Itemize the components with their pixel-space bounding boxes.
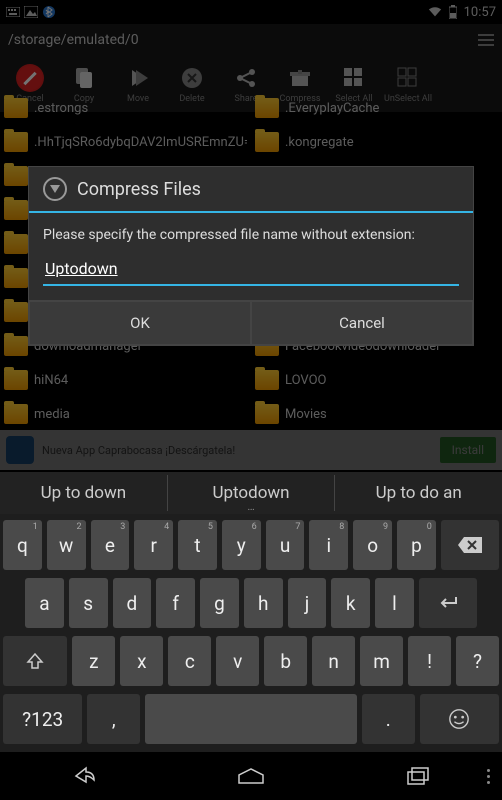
cancel-dialog-button[interactable]: Cancel bbox=[251, 301, 473, 345]
key-g[interactable]: g bbox=[200, 578, 239, 628]
dialog-app-icon bbox=[43, 177, 67, 201]
key-u[interactable]: u7 bbox=[266, 520, 305, 570]
key-b[interactable]: b bbox=[264, 636, 307, 686]
nav-back[interactable] bbox=[70, 762, 98, 790]
key-i[interactable]: i8 bbox=[309, 520, 348, 570]
nav-home[interactable] bbox=[237, 762, 265, 790]
key-d[interactable]: d bbox=[113, 578, 152, 628]
key-p[interactable]: p0 bbox=[397, 520, 436, 570]
nav-bar bbox=[0, 752, 502, 800]
key-l[interactable]: l bbox=[375, 578, 414, 628]
key-backspace[interactable] bbox=[441, 520, 499, 570]
key-v[interactable]: v bbox=[216, 636, 259, 686]
ok-button[interactable]: OK bbox=[29, 301, 251, 345]
suggestion-1[interactable]: Up to down bbox=[0, 475, 168, 511]
key-c[interactable]: c bbox=[168, 636, 211, 686]
key-r[interactable]: r4 bbox=[134, 520, 173, 570]
key-symbols[interactable]: ?123 bbox=[3, 694, 82, 744]
suggestion-3[interactable]: Up to do an bbox=[335, 475, 502, 511]
key-t[interactable]: t5 bbox=[178, 520, 217, 570]
key-y[interactable]: y6 bbox=[222, 520, 261, 570]
key-s[interactable]: s bbox=[69, 578, 108, 628]
filename-input[interactable]: Uptodown bbox=[43, 255, 459, 286]
key-k[interactable]: k bbox=[331, 578, 370, 628]
key-period[interactable]: . bbox=[362, 694, 415, 744]
compress-dialog: Compress Files Please specify the compre… bbox=[28, 166, 474, 346]
key-emoji[interactable] bbox=[420, 694, 499, 744]
key-x[interactable]: x bbox=[120, 636, 163, 686]
nav-overflow-icon[interactable] bbox=[487, 769, 490, 784]
key-z[interactable]: z bbox=[72, 636, 115, 686]
keyboard: q1w2e3r4t5y6u7i8o9p0 asdfghjkl zxcvbnm!?… bbox=[0, 514, 502, 752]
key-m[interactable]: m bbox=[360, 636, 403, 686]
key-space[interactable] bbox=[145, 694, 357, 744]
dialog-message: Please specify the compressed file name … bbox=[43, 227, 459, 243]
key-shift[interactable] bbox=[3, 636, 67, 686]
dialog-title: Compress Files bbox=[77, 179, 201, 200]
key-a[interactable]: a bbox=[25, 578, 64, 628]
key-h[interactable]: h bbox=[244, 578, 283, 628]
key-o[interactable]: o9 bbox=[353, 520, 392, 570]
key-n[interactable]: n bbox=[312, 636, 355, 686]
suggestion-2[interactable]: Uptodown bbox=[168, 475, 336, 511]
key-enter[interactable] bbox=[419, 578, 477, 628]
nav-recent[interactable] bbox=[404, 762, 432, 790]
key-excl[interactable]: ! bbox=[408, 636, 451, 686]
key-f[interactable]: f bbox=[156, 578, 195, 628]
key-ques[interactable]: ? bbox=[456, 636, 499, 686]
key-e[interactable]: e3 bbox=[91, 520, 130, 570]
key-w[interactable]: w2 bbox=[47, 520, 86, 570]
keyboard-suggestions: Up to down Uptodown Up to do an bbox=[0, 472, 502, 514]
key-comma[interactable]: , bbox=[87, 694, 140, 744]
key-q[interactable]: q1 bbox=[3, 520, 42, 570]
key-j[interactable]: j bbox=[288, 578, 327, 628]
